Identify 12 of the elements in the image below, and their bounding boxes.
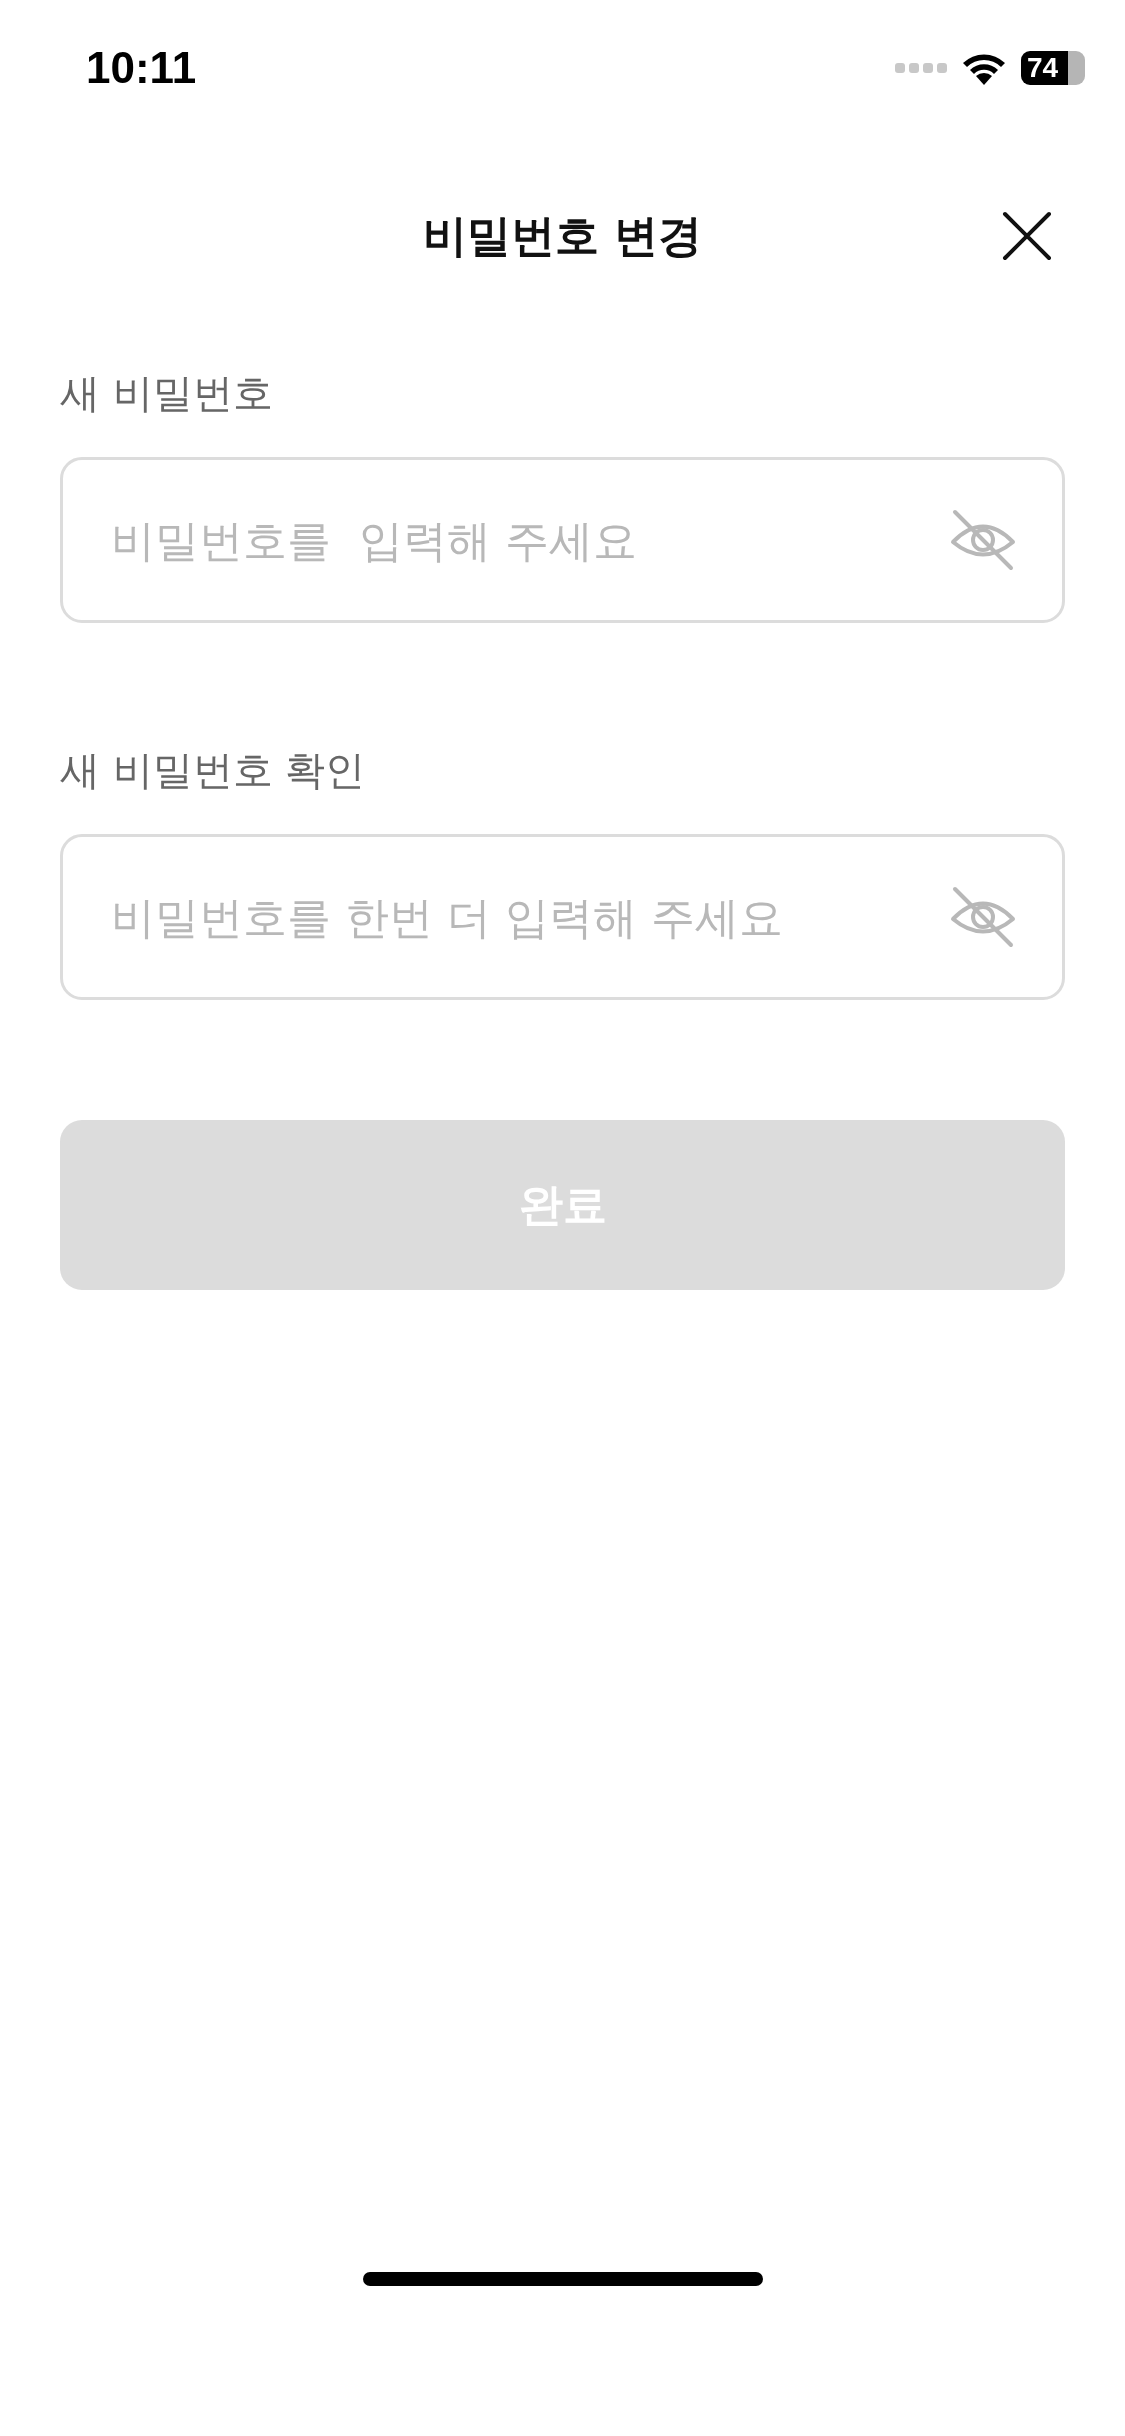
battery-icon: 74 [1021,51,1085,85]
password-field[interactable]: 비밀번호를 입력해 주세요 [60,457,1065,623]
signal-icon [895,60,947,76]
wifi-icon [961,51,1007,85]
eye-off-icon[interactable] [949,886,1017,948]
field-label: 새 비밀번호 [60,369,274,418]
field-label: 새 비밀번호 확인 [60,746,367,795]
close-icon[interactable] [1002,211,1052,261]
password-field[interactable]: 비밀번호를 한번 더 입력해 주세요 [60,834,1065,1000]
page-title: 비밀번호 변경 [422,208,703,263]
status-time: 10:11 [86,43,197,93]
eye-off-icon[interactable] [949,509,1017,571]
